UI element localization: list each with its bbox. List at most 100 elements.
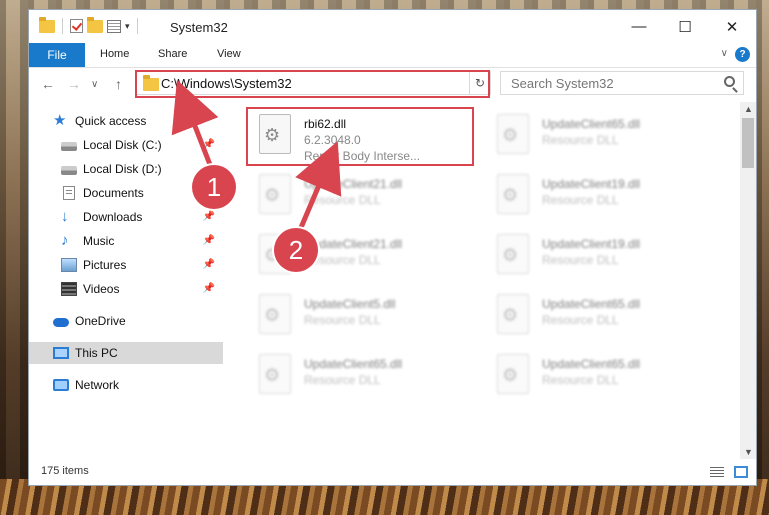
dll-file-icon	[497, 114, 529, 154]
dll-file-icon	[497, 174, 529, 214]
file-tile[interactable]: UpdateClient19.dll Resource DLL	[489, 228, 714, 282]
sidebar-item-quick-access[interactable]: ★ Quick access	[29, 110, 223, 132]
window-title: System32	[170, 20, 228, 35]
items-count: 175 items	[41, 465, 89, 477]
pin-icon[interactable]: 📌	[203, 139, 215, 150]
file-highlight-box	[246, 107, 474, 166]
file-tile[interactable]: UpdateClient65.dll Resource DLL	[251, 348, 476, 402]
scroll-thumb[interactable]	[742, 118, 754, 168]
sidebar-item-label: Local Disk (C:)	[83, 138, 162, 152]
sidebar-item-music[interactable]: ♪ Music 📌	[29, 230, 223, 252]
file-name: UpdateClient65.dll	[304, 357, 403, 371]
sidebar-item-label: This PC	[75, 346, 118, 360]
qat-separator	[62, 18, 63, 34]
search-input[interactable]: Search System32	[500, 71, 744, 95]
sidebar-item-label: OneDrive	[75, 314, 126, 328]
dll-file-icon	[259, 354, 291, 394]
file-type: Resource DLL	[542, 133, 619, 147]
qat-dropdown-icon[interactable]: ▾	[125, 21, 130, 32]
file-tile[interactable]: UpdateClient5.dll Resource DLL	[251, 288, 476, 342]
drive-icon	[61, 142, 77, 151]
network-icon	[53, 379, 69, 391]
dll-file-icon	[497, 354, 529, 394]
navigation-pane: ★ Quick access Local Disk (C:) 📌 Local D…	[29, 102, 224, 459]
sidebar-item-network[interactable]: Network	[29, 374, 223, 396]
dll-file-icon	[259, 174, 291, 214]
properties-check-icon[interactable]	[70, 19, 83, 33]
file-type: Resource DLL	[542, 253, 619, 267]
file-name: UpdateClient21.dll	[304, 237, 403, 251]
videos-icon	[61, 282, 77, 296]
file-type: Resource DLL	[304, 313, 381, 327]
sidebar-item-label: Pictures	[83, 258, 127, 272]
file-name: UpdateClient65.dll	[542, 357, 641, 371]
tab-home[interactable]: Home	[100, 48, 129, 60]
this-pc-icon	[53, 347, 69, 359]
dll-file-icon	[259, 294, 291, 334]
sidebar-item-label: Quick access	[75, 114, 147, 128]
pin-icon[interactable]: 📌	[203, 211, 215, 222]
close-button[interactable]: ✕	[709, 10, 755, 43]
sidebar-item-label: Videos	[83, 282, 120, 296]
file-name: UpdateClient21.dll	[304, 177, 403, 191]
downloads-icon: ↓	[61, 208, 69, 225]
file-type: Resource DLL	[304, 373, 381, 387]
properties-icon[interactable]	[107, 19, 121, 33]
file-name: UpdateClient65.dll	[542, 297, 641, 311]
ribbon: File Home Share View ∨ ?	[29, 43, 756, 68]
sidebar-item-downloads[interactable]: ↓ Downloads 📌	[29, 206, 223, 228]
file-type: Resource DLL	[542, 313, 619, 327]
file-name: UpdateClient5.dll	[304, 297, 396, 311]
folder-icon	[39, 16, 55, 33]
tab-share[interactable]: Share	[158, 48, 187, 60]
minimize-button[interactable]: —	[616, 10, 662, 43]
onedrive-icon	[53, 318, 69, 327]
address-highlight-box	[135, 70, 490, 98]
tab-file[interactable]: File	[29, 43, 85, 67]
callout-1: 1	[192, 165, 236, 209]
forward-button[interactable]: →	[67, 76, 81, 92]
scroll-up-icon[interactable]: ▲	[744, 104, 753, 114]
vertical-scrollbar[interactable]: ▲ ▼	[740, 102, 756, 459]
chevron-down-icon[interactable]: ∨	[721, 48, 728, 59]
scroll-down-icon[interactable]: ▼	[744, 447, 753, 457]
pictures-icon	[61, 258, 77, 272]
dll-file-icon	[497, 234, 529, 274]
file-tile[interactable]: UpdateClient21.dll Resource DLL	[251, 168, 476, 222]
file-type: Resource DLL	[542, 373, 619, 387]
search-placeholder: Search System32	[511, 76, 614, 91]
new-folder-icon[interactable]	[87, 16, 103, 33]
file-type: Resource DLL	[542, 193, 619, 207]
file-tile[interactable]: UpdateClient65.dll Resource DLL	[489, 288, 714, 342]
status-bar: 175 items	[29, 459, 756, 485]
up-button[interactable]: ↑	[115, 76, 122, 92]
sidebar-item-local-disk-c[interactable]: Local Disk (C:) 📌	[29, 134, 223, 156]
file-tile[interactable]: UpdateClient19.dll Resource DLL	[489, 168, 714, 222]
pin-icon[interactable]: 📌	[203, 235, 215, 246]
file-name: UpdateClient65.dll	[542, 117, 641, 131]
documents-icon	[63, 186, 75, 200]
file-type: Resource DLL	[304, 193, 381, 207]
file-tile[interactable]: UpdateClient65.dll Resource DLL	[489, 348, 714, 402]
sidebar-item-label: Documents	[83, 186, 144, 200]
star-icon: ★	[53, 112, 67, 129]
file-tile[interactable]: UpdateClient65.dll Resource DLL	[489, 108, 714, 162]
music-icon: ♪	[61, 232, 69, 249]
maximize-button[interactable]: ☐	[662, 10, 708, 43]
title-bar: ▾ System32 — ☐ ✕	[29, 10, 756, 43]
tiles-view-icon[interactable]	[734, 466, 748, 478]
sidebar-item-this-pc[interactable]: This PC	[29, 342, 223, 364]
tab-view[interactable]: View	[217, 48, 241, 60]
details-view-icon[interactable]	[710, 467, 724, 477]
back-button[interactable]: ←	[41, 76, 55, 92]
pin-icon[interactable]: 📌	[203, 259, 215, 270]
recent-locations-button[interactable]: ∨	[91, 79, 98, 90]
help-icon[interactable]: ?	[735, 47, 750, 62]
search-icon[interactable]	[724, 76, 735, 87]
sidebar-item-pictures[interactable]: Pictures 📌	[29, 254, 223, 276]
pin-icon[interactable]: 📌	[203, 283, 215, 294]
sidebar-item-videos[interactable]: Videos 📌	[29, 278, 223, 300]
sidebar-item-onedrive[interactable]: OneDrive	[29, 310, 223, 332]
file-name: UpdateClient19.dll	[542, 177, 641, 191]
sidebar-item-label: Local Disk (D:)	[83, 162, 162, 176]
